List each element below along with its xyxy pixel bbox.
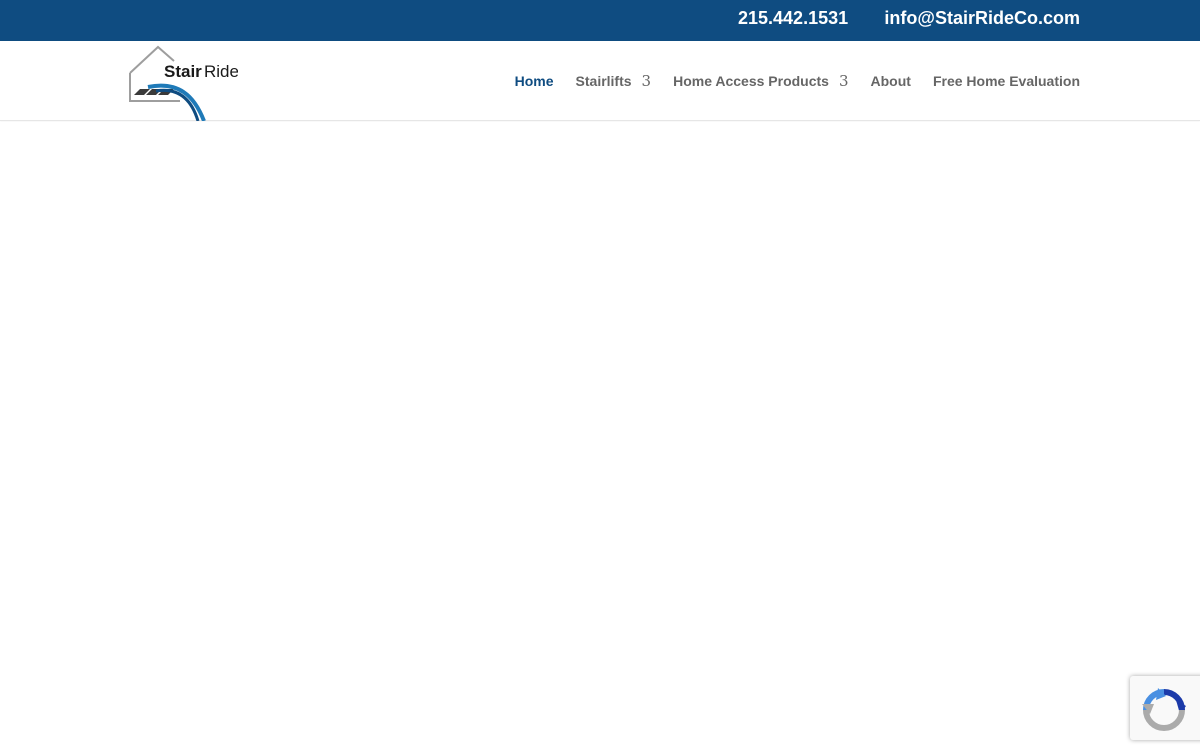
stairride-logo-icon: Stair Ride bbox=[129, 45, 238, 121]
main-content bbox=[0, 122, 1200, 750]
chevron-down-icon: 3 bbox=[641, 72, 652, 90]
email-link[interactable]: info@StairRideCo.com bbox=[884, 0, 1080, 36]
site-header: Stair Ride Home Stairlifts 3 Home Access… bbox=[0, 41, 1200, 121]
nav-item-label: About bbox=[870, 73, 911, 89]
nav-item-free-home-evaluation[interactable]: Free Home Evaluation bbox=[933, 73, 1080, 89]
nav-item-label: Free Home Evaluation bbox=[932, 73, 1080, 89]
recaptcha-icon bbox=[1142, 688, 1186, 731]
nav-item-label: Home Access Products bbox=[673, 73, 829, 89]
chevron-down-icon: 3 bbox=[838, 72, 849, 90]
recaptcha-badge[interactable] bbox=[1130, 676, 1200, 740]
top-bar: 215.442.1531 info@StairRideCo.com bbox=[0, 0, 1200, 41]
nav-item-label: Home bbox=[514, 73, 554, 89]
nav-item-label: Stairlifts bbox=[575, 73, 632, 89]
phone-link[interactable]: 215.442.1531 bbox=[738, 0, 848, 36]
logo-text-stair: Stair bbox=[164, 62, 202, 81]
nav-item-home[interactable]: Home bbox=[515, 73, 554, 89]
stairride-logo[interactable]: Stair Ride bbox=[128, 43, 238, 121]
nav-item-stairlifts[interactable]: Stairlifts 3 bbox=[576, 72, 652, 90]
logo-text-ride: Ride bbox=[204, 62, 238, 81]
nav-item-home-access-products[interactable]: Home Access Products 3 bbox=[673, 72, 848, 90]
nav-item-about[interactable]: About bbox=[871, 73, 911, 89]
main-nav: Home Stairlifts 3 Home Access Products 3… bbox=[515, 41, 1080, 121]
